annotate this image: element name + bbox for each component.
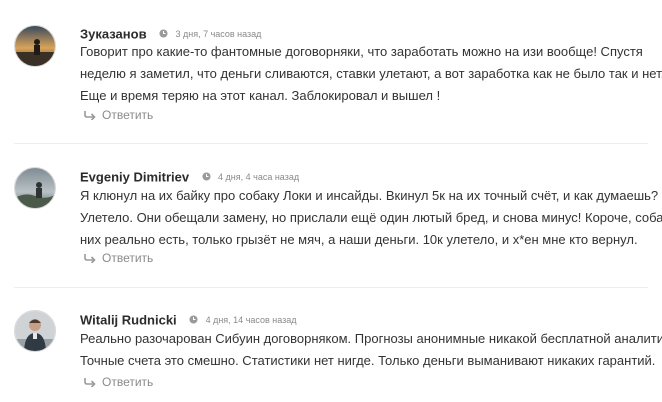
comment-text: Говорит про какие-то фантомные договорня… [80, 41, 662, 107]
comment-text-line: Говорит про какие-то фантомные договорня… [80, 44, 643, 59]
reply-label: Ответить [102, 251, 154, 265]
comment-text-line: Я клюнул на их байку про собаку Локи и и… [80, 188, 659, 203]
comment-text-line: Реально разочарован Сибуин договорняком.… [80, 331, 662, 346]
clock-icon [159, 29, 168, 38]
avatar[interactable] [14, 25, 56, 67]
comment-timestamp: 4 дня, 14 часов назад [205, 314, 297, 325]
reply-arrow-icon [84, 111, 96, 120]
reply-button[interactable]: Ответить [84, 374, 153, 390]
comment-text-line: них реально есть, только грызёт не мяч, … [80, 232, 638, 247]
reply-button[interactable]: Ответить [84, 107, 153, 123]
clock-icon [202, 172, 211, 181]
reply-label: Ответить [102, 375, 154, 389]
comment-text-line: Улетело. Они обещали замену, но прислали… [80, 210, 662, 225]
comment-timestamp: 4 дня, 4 часа назад [218, 171, 300, 182]
comment-text-line: неделю я заметил, что деньги сливаются, … [80, 66, 662, 81]
comment-text-line: Еще и время теряю на этот канал. Заблоки… [80, 88, 441, 103]
comment-timestamp: 3 дня, 7 часов назад [175, 28, 262, 39]
reply-arrow-icon [84, 254, 96, 263]
divider [14, 287, 648, 288]
reply-arrow-icon [84, 378, 96, 387]
comment-header: Witalij Rudnicki 4 дня, 14 часов назад [80, 311, 297, 327]
comment-text-line: Точные счета это смешно. Статистики нет … [80, 353, 656, 368]
divider [14, 143, 648, 144]
comment-author[interactable]: Зуказанов [80, 26, 147, 41]
reply-button[interactable]: Ответить [84, 250, 153, 266]
comment-author[interactable]: Evgeniy Dimitriev [80, 169, 189, 184]
comment-text: Я клюнул на их байку про собаку Локи и и… [80, 185, 662, 251]
comment-header: Evgeniy Dimitriev 4 дня, 4 часа назад [80, 168, 299, 184]
avatar[interactable] [14, 167, 56, 209]
comment-author[interactable]: Witalij Rudnicki [80, 312, 177, 327]
comment-header: Зуказанов 3 дня, 7 часов назад [80, 25, 261, 41]
avatar[interactable] [14, 310, 56, 352]
comment-text: Реально разочарован Сибуин договорняком.… [80, 328, 662, 372]
reply-label: Ответить [102, 108, 154, 122]
comments-list: Зуказанов 3 дня, 7 часов назад Говорит п… [0, 0, 662, 402]
clock-icon [189, 315, 198, 324]
